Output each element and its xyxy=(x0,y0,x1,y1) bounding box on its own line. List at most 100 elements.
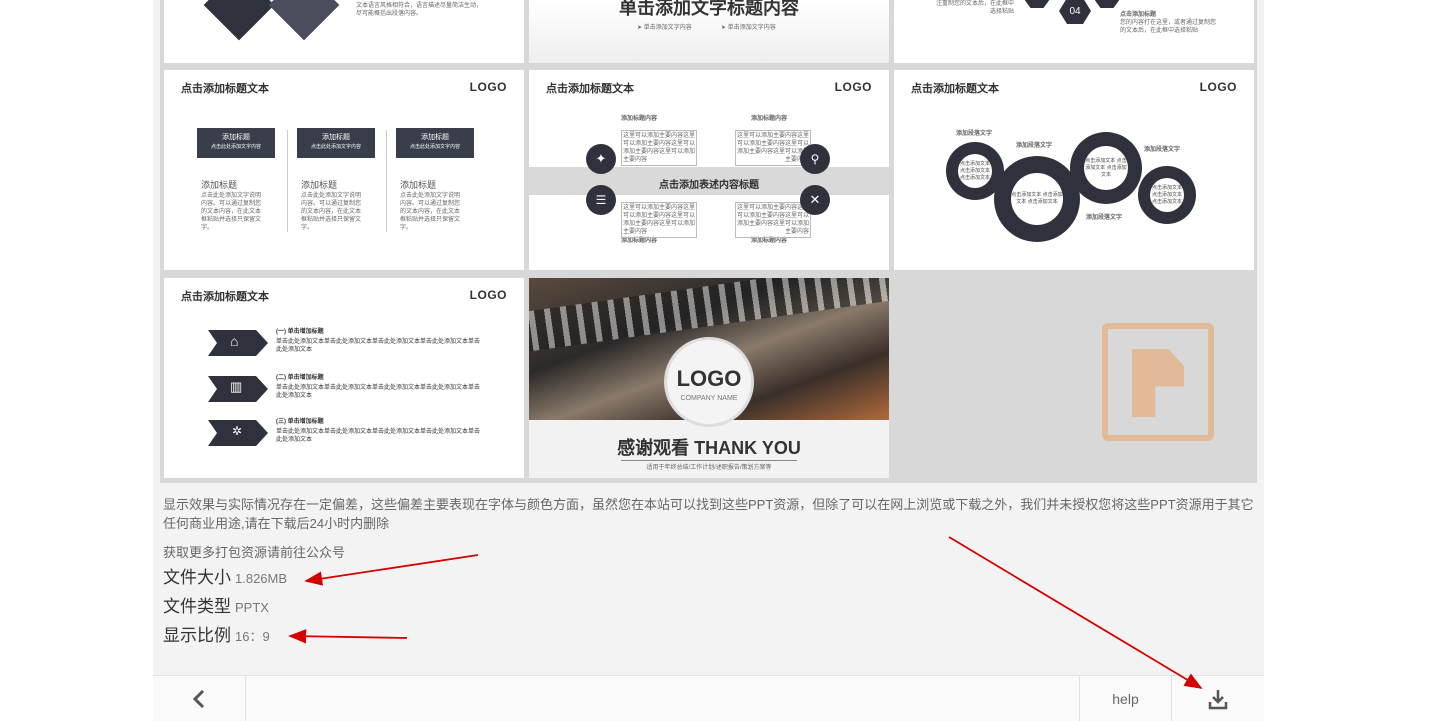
box-title: 添加标题 xyxy=(421,134,449,141)
gear-caption: 添加段落文字 xyxy=(1016,143,1053,149)
slide-heading: 单击添加文字标题内容 xyxy=(619,0,799,18)
band-title: 点击添加表述内容标题 xyxy=(659,180,759,191)
title-box: 添加标题点击此处添加文字内容 xyxy=(197,128,275,158)
file-size-label: 文件大小 xyxy=(163,568,231,587)
chevron-left-icon xyxy=(192,689,205,708)
slide-thumbnail[interactable]: 点击添加标题文本 LOGO 点击添加表述内容标题 添加标题内容 添加标题内容 添… xyxy=(529,70,889,270)
divider xyxy=(621,460,797,461)
aspect-ratio-label: 显示比例 xyxy=(163,626,231,645)
item-title: 添加标题内容 xyxy=(621,238,658,244)
aspect-ratio-value: 16：9 xyxy=(235,629,270,644)
item-title: 添加标题 xyxy=(301,180,338,190)
item-title: 添加标题内容 xyxy=(751,238,788,244)
item-text: 点击此处添加文字说明内容。可以通过复制您的文本内容，在此文本框粘贴并选择只保留文… xyxy=(201,193,262,231)
placeholder-logo-icon xyxy=(1102,323,1214,441)
item-title: 添加标题 xyxy=(400,180,437,190)
chart-icon: ▥ xyxy=(230,379,243,394)
tool-icon: ✲ xyxy=(232,424,243,438)
disclaimer-text: 显示效果与实际情况存在一定偏差，这些偏差主要表现在字体与颜色方面，虽然您在本站可… xyxy=(163,497,1254,531)
info-section: 显示效果与实际情况存在一定偏差，这些偏差主要表现在字体与颜色方面，虽然您在本站可… xyxy=(163,495,1258,655)
hexagon-shape xyxy=(1094,0,1120,8)
diamond-shape xyxy=(203,0,275,41)
slide-thumbnail[interactable]: 注重制您的文本后，在此框中选择粘贴 04 点击添加标题 您的内容打在这里，或者通… xyxy=(894,0,1254,63)
logo-text: LOGO xyxy=(676,366,742,391)
item-text: 点击此处添加文字说明内容。可以通过复制您的文本内容，在此文本框粘贴并选择只保留文… xyxy=(301,193,362,231)
title-box: 添加标题点击此处添加文字内容 xyxy=(396,128,474,158)
magnifier-icon: ⚲ xyxy=(800,144,830,174)
title-box: 添加标题点击此处添加文字内容 xyxy=(297,128,375,158)
slide-text: 文本语言风格相符合，语言描述尽量简洁生动，尽可能概括出段落内容。 xyxy=(356,3,483,17)
slide-subtext: ➤ 单击添加文字内容 xyxy=(721,25,776,31)
gear-label: 点击添加文本 点击添加文本 点击添加文本 xyxy=(1150,178,1184,212)
slide-logo: LOGO xyxy=(834,80,872,94)
slide-text: 您的内容打在这里，或者通过复制您的文本后，在此框中选择粘贴 xyxy=(1120,20,1217,34)
item-title: 添加标题 xyxy=(201,180,238,190)
gear-label: 点击添加文本 点击添加文本 点击添加文本 xyxy=(1084,146,1128,190)
box-subtitle: 点击此处添加文字内容 xyxy=(409,144,460,150)
company-name: COMPANY NAME xyxy=(680,395,738,402)
item-text: 点击此处添加文字说明内容。可以通过复制您的文本内容，在此文本框粘贴并选择只保留文… xyxy=(400,193,461,231)
file-size-row: 文件大小 1.826MB xyxy=(163,568,1258,597)
gear-label: 点击添加文本 点击添加文本 点击添加文本 xyxy=(1011,173,1063,225)
slide-title: 点击添加标题文本 xyxy=(911,83,999,95)
item-title: 添加标题内容 xyxy=(751,116,788,122)
file-type-label: 文件类型 xyxy=(163,597,231,616)
slide-thumbnail[interactable]: 文本语言风格相符合，语言描述尽量简洁生动，尽可能概括出段落内容。 xyxy=(164,0,524,63)
hexagon-badge: 04 xyxy=(1059,0,1091,24)
box-subtitle: 点击此处添加文字内容 xyxy=(310,144,361,150)
diamond-shape xyxy=(268,0,340,41)
slide-thumbnail[interactable]: 单击添加文字标题内容 ➤ 单击添加文字内容 ➤ 单击添加文字内容 xyxy=(529,0,889,63)
slide-grid: 文本语言风格相符合，语言描述尽量简洁生动，尽可能概括出段落内容。 单击添加文字标… xyxy=(160,0,1257,483)
slide-title: 点击添加标题文本 xyxy=(181,291,269,303)
slide-title: 点击添加标题文本 xyxy=(546,83,634,95)
placeholder-logo-mark xyxy=(1132,349,1184,417)
slide-label: 点击添加标题 xyxy=(1120,12,1157,18)
divider xyxy=(386,130,387,232)
item-title: (三) 单击增加标题 xyxy=(276,419,324,425)
aspect-ratio-row: 显示比例 16：9 xyxy=(163,626,1258,655)
gear-caption: 添加段落文字 xyxy=(1144,147,1181,153)
file-type-row: 文件类型 PPTX xyxy=(163,597,1258,626)
lightbulb-icon: ✦ xyxy=(586,144,616,174)
hexagon-shape xyxy=(1024,0,1050,8)
slide-text: 注重制您的文本后，在此框中选择粘贴 xyxy=(935,1,1014,15)
box-title: 添加标题 xyxy=(322,134,350,141)
item-title: 添加标题内容 xyxy=(621,116,658,122)
clipboard-icon: ☰ xyxy=(586,185,616,215)
ppt-detail-page: 文本语言风格相符合，语言描述尽量简洁生动，尽可能概括出段落内容。 单击添加文字标… xyxy=(153,0,1264,721)
thanks-text: 感谢观看 THANK YOU xyxy=(617,438,801,458)
item-text: 这里可以添加主要内容这里可以添加主要内容这里可以添加主要内容这里可以添加主要内容 xyxy=(621,130,697,166)
item-title: (一) 单击增加标题 xyxy=(276,329,324,335)
divider xyxy=(287,130,288,232)
slide-thumbnail[interactable]: 点击添加标题文本 LOGO 点击添加文本 点击添加文本 点击添加文本 点击添加文… xyxy=(894,70,1254,270)
item-text: 这里可以添加主要内容这里可以添加主要内容这里可以添加主要内容这里可以添加主要内容 xyxy=(621,202,697,238)
slide-subtext: ➤ 单击添加文字内容 xyxy=(637,25,692,31)
back-button[interactable] xyxy=(153,676,246,721)
download-icon xyxy=(1208,689,1228,709)
slide-title: 点击添加标题文本 xyxy=(181,83,269,95)
file-type-value: PPTX xyxy=(235,600,269,615)
home-icon: ⌂ xyxy=(230,333,239,349)
thanks-subtext: 适用于年终总结/工作计划/述职报告/策划方案等 xyxy=(646,465,772,471)
slide-logo: LOGO xyxy=(1199,80,1237,94)
item-text: 这里可以添加主要内容这里可以添加主要内容这里可以添加主要内容这里可以添加主要内容 xyxy=(735,202,811,238)
item-title: (二) 单击增加标题 xyxy=(276,375,324,381)
box-title: 添加标题 xyxy=(222,134,250,141)
item-text: 单击此处添加文本单击此处添加文本单击此处添加文本单击此处添加文本单击此处添加文本 xyxy=(276,385,481,399)
bottom-toolbar: help xyxy=(153,675,1264,721)
help-button[interactable]: help xyxy=(1080,676,1172,721)
slide-logo: LOGO xyxy=(469,80,507,94)
more-resources-text: 获取更多打包资源请前往公众号 xyxy=(163,545,346,560)
item-text: 单击此处添加文本单击此处添加文本单击此处添加文本单击此处添加文本单击此处添加文本 xyxy=(276,429,481,443)
file-size-value: 1.826MB xyxy=(235,571,288,586)
slide-logo: LOGO xyxy=(469,288,507,302)
box-subtitle: 点击此处添加文字内容 xyxy=(210,144,261,150)
gear-label: 点击添加文本 点击添加文本 点击添加文本 xyxy=(958,154,992,188)
download-button[interactable] xyxy=(1172,676,1264,721)
slide-thumbnail[interactable]: LOGO COMPANY NAME 感谢观看 THANK YOU 适用于年终总结… xyxy=(529,278,889,478)
slide-thumbnail[interactable]: 点击添加标题文本 LOGO ⌂ ▥ ✲ (一) 单击增加标题 单击此处添加文本单… xyxy=(164,278,524,478)
tools-icon: ✕ xyxy=(800,185,830,215)
gear-caption: 添加段落文字 xyxy=(1086,215,1123,221)
toolbar-spacer xyxy=(246,676,1080,721)
slide-thumbnail[interactable]: 点击添加标题文本 LOGO 添加标题 点击此处添加文字内容 添加标题 点击此处添加文… xyxy=(164,70,524,270)
